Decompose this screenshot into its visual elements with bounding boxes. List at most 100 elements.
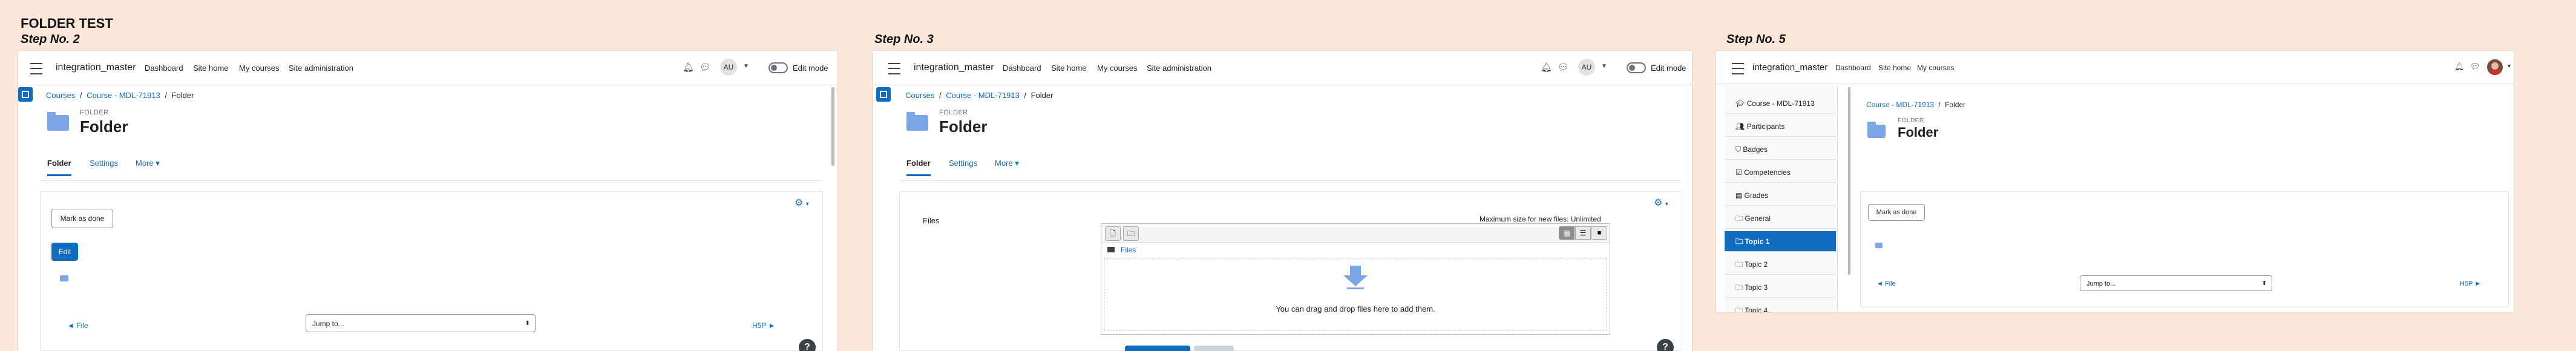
breadcrumb-separator: / bbox=[939, 91, 942, 100]
screenshot-step-3: integration_master Dashboard Site home M… bbox=[873, 51, 1692, 351]
create-folder-icon[interactable]: 🗀︎ bbox=[1123, 226, 1139, 241]
folder-tree-icon[interactable] bbox=[1875, 243, 1883, 248]
secondary-navigation: Folder Settings More ▾ bbox=[900, 159, 1681, 181]
site-name[interactable]: integration_master bbox=[914, 62, 994, 73]
screenshot-step-2: integration_master Dashboard Site home M… bbox=[18, 51, 837, 351]
course-index-section-topic-4[interactable]: 🗀︎ Topic 4 bbox=[1725, 300, 1836, 312]
user-menu-chevron-icon[interactable]: ▼ bbox=[1601, 63, 1607, 70]
edit-mode-toggle[interactable] bbox=[1627, 62, 1646, 73]
course-index-course[interactable]: 🎓︎ Course - MDL-71913 bbox=[1725, 93, 1836, 114]
edit-button[interactable]: Edit bbox=[51, 243, 78, 261]
previous-activity-link[interactable]: ◄ File bbox=[67, 321, 88, 330]
course-index-drawer-toggle[interactable] bbox=[876, 87, 891, 102]
tab-folder[interactable]: Folder bbox=[47, 159, 71, 176]
edit-mode-toggle[interactable] bbox=[769, 62, 788, 73]
nav-site-administration[interactable]: Site administration bbox=[1147, 64, 1211, 73]
nav-site-home[interactable]: Site home bbox=[1878, 64, 1911, 72]
nav-dashboard[interactable]: Dashboard bbox=[145, 64, 183, 73]
jump-to-select[interactable]: Jump to... ⬍ bbox=[306, 314, 536, 332]
shield-icon: ⛉ bbox=[1735, 145, 1743, 154]
breadcrumb-course[interactable]: Course - MDL-71913 bbox=[946, 91, 1019, 100]
edit-files-form: ⚙︎ ▾ Files Maximum size for new files: U… bbox=[899, 191, 1682, 351]
next-activity-link[interactable]: H5P ► bbox=[752, 321, 775, 330]
course-index-section-general[interactable]: 🗀︎ General bbox=[1725, 208, 1836, 229]
nav-my-courses[interactable]: My courses bbox=[239, 64, 279, 73]
drawer-scrollbar[interactable] bbox=[1848, 87, 1850, 275]
tab-settings[interactable]: Settings bbox=[90, 159, 118, 168]
mark-as-done-button[interactable]: Mark as done bbox=[51, 209, 113, 228]
folder-tree-icon[interactable] bbox=[60, 275, 68, 281]
course-index-participants[interactable]: 👥︎ Participants bbox=[1725, 116, 1836, 137]
course-index-grades[interactable]: ▤ Grades bbox=[1725, 185, 1836, 206]
breadcrumb-courses[interactable]: Courses bbox=[905, 91, 934, 100]
user-avatar[interactable]: AU bbox=[1578, 59, 1595, 76]
messages-icon[interactable]: 💬︎ bbox=[700, 62, 711, 73]
course-index-drawer: 🎓︎ Course - MDL-71913 👥︎ Participants ⛉ … bbox=[1725, 86, 1838, 312]
notification-bell-icon[interactable]: 🔔︎ bbox=[1541, 62, 1552, 73]
help-button[interactable]: ? bbox=[799, 339, 816, 351]
nav-site-home[interactable]: Site home bbox=[1051, 64, 1087, 73]
tab-folder[interactable]: Folder bbox=[906, 159, 931, 176]
breadcrumb-courses[interactable]: Courses bbox=[46, 91, 75, 100]
activity-type-label: FOLDER bbox=[1898, 117, 1924, 124]
top-navbar: integration_master Dashboard Site home M… bbox=[1716, 51, 2514, 84]
save-button[interactable] bbox=[1125, 346, 1190, 351]
breadcrumb-course[interactable]: Course - MDL-71913 bbox=[87, 91, 160, 100]
user-avatar-photo[interactable] bbox=[2487, 59, 2503, 75]
settings-gear-icon[interactable]: ⚙︎ ▾ bbox=[1654, 197, 1668, 209]
folder-outline-icon: 🗀︎ bbox=[1735, 283, 1745, 292]
files-root-link[interactable]: Files bbox=[1121, 246, 1136, 254]
cancel-button[interactable] bbox=[1194, 346, 1234, 351]
course-index-drawer-toggle[interactable] bbox=[18, 87, 33, 102]
hamburger-menu-icon[interactable] bbox=[30, 63, 42, 74]
messages-icon[interactable]: 💬︎ bbox=[2470, 62, 2480, 71]
mark-as-done-button[interactable]: Mark as done bbox=[1868, 204, 1925, 221]
view-icons-icon[interactable]: ▦ bbox=[1559, 226, 1575, 240]
drop-hint-text: You can drag and drop files here to add … bbox=[1276, 304, 1435, 313]
previous-activity-link[interactable]: ◄ File bbox=[1876, 280, 1896, 287]
course-index-section-topic-3[interactable]: 🗀︎ Topic 3 bbox=[1725, 277, 1836, 298]
add-file-icon[interactable]: 🗋︎ bbox=[1105, 226, 1121, 241]
user-menu-chevron-icon[interactable]: ▼ bbox=[743, 63, 749, 70]
breadcrumb-current: Folder bbox=[1031, 91, 1054, 100]
help-button[interactable]: ? bbox=[1657, 339, 1674, 351]
messages-icon[interactable]: 💬︎ bbox=[1558, 62, 1569, 73]
tab-settings[interactable]: Settings bbox=[949, 159, 977, 168]
course-index-badges[interactable]: ⛉ Badges bbox=[1725, 139, 1836, 160]
site-name[interactable]: integration_master bbox=[1752, 62, 1827, 73]
max-file-size-note: Maximum size for new files: Unlimited bbox=[1480, 215, 1601, 223]
nav-my-courses[interactable]: My courses bbox=[1097, 64, 1137, 73]
user-avatar[interactable]: AU bbox=[720, 59, 737, 76]
drop-zone[interactable]: You can drag and drop files here to add … bbox=[1104, 258, 1607, 330]
view-details-icon[interactable]: ☰ bbox=[1575, 226, 1591, 240]
site-name[interactable]: integration_master bbox=[56, 62, 136, 73]
nav-dashboard[interactable]: Dashboard bbox=[1835, 64, 1871, 72]
tab-more[interactable]: More ▾ bbox=[995, 159, 1019, 168]
nav-site-administration[interactable]: Site administration bbox=[289, 64, 353, 73]
course-index-competencies[interactable]: ☑ Competencies bbox=[1725, 162, 1836, 183]
upload-arrow-icon bbox=[1343, 266, 1368, 290]
settings-gear-icon[interactable]: ⚙︎ ▾ bbox=[795, 197, 809, 209]
nav-my-courses[interactable]: My courses bbox=[1917, 64, 1954, 72]
notification-bell-icon[interactable]: 🔔︎ bbox=[2454, 62, 2465, 71]
notification-bell-icon[interactable]: 🔔︎ bbox=[683, 62, 694, 73]
jump-to-select[interactable]: Jump to... ⬍ bbox=[2080, 275, 2272, 291]
hamburger-menu-icon[interactable] bbox=[1732, 63, 1744, 74]
page-scrollbar[interactable] bbox=[831, 87, 834, 166]
hamburger-menu-icon[interactable] bbox=[888, 63, 900, 74]
course-index-section-topic-1[interactable]: 🗀︎ Topic 1 bbox=[1725, 231, 1836, 252]
user-menu-chevron-icon[interactable]: ▼ bbox=[2506, 63, 2512, 69]
edit-mode-label: Edit mode bbox=[1651, 64, 1686, 73]
step-label-5: Step No. 5 bbox=[1726, 33, 1786, 46]
activity-type-label: FOLDER bbox=[80, 109, 109, 116]
course-index-section-topic-2[interactable]: 🗀︎ Topic 2 bbox=[1725, 254, 1836, 275]
top-navbar: integration_master Dashboard Site home M… bbox=[873, 51, 1692, 85]
page-title: Folder bbox=[80, 117, 128, 136]
view-tree-icon[interactable]: ■ bbox=[1591, 226, 1607, 240]
folder-path-icon bbox=[1107, 247, 1115, 252]
nav-site-home[interactable]: Site home bbox=[193, 64, 229, 73]
next-activity-link[interactable]: H5P ► bbox=[2460, 280, 2481, 287]
breadcrumb-course[interactable]: Course - MDL-71913 bbox=[1866, 100, 1934, 109]
tab-more[interactable]: More ▾ bbox=[136, 159, 160, 168]
nav-dashboard[interactable]: Dashboard bbox=[1003, 64, 1041, 73]
